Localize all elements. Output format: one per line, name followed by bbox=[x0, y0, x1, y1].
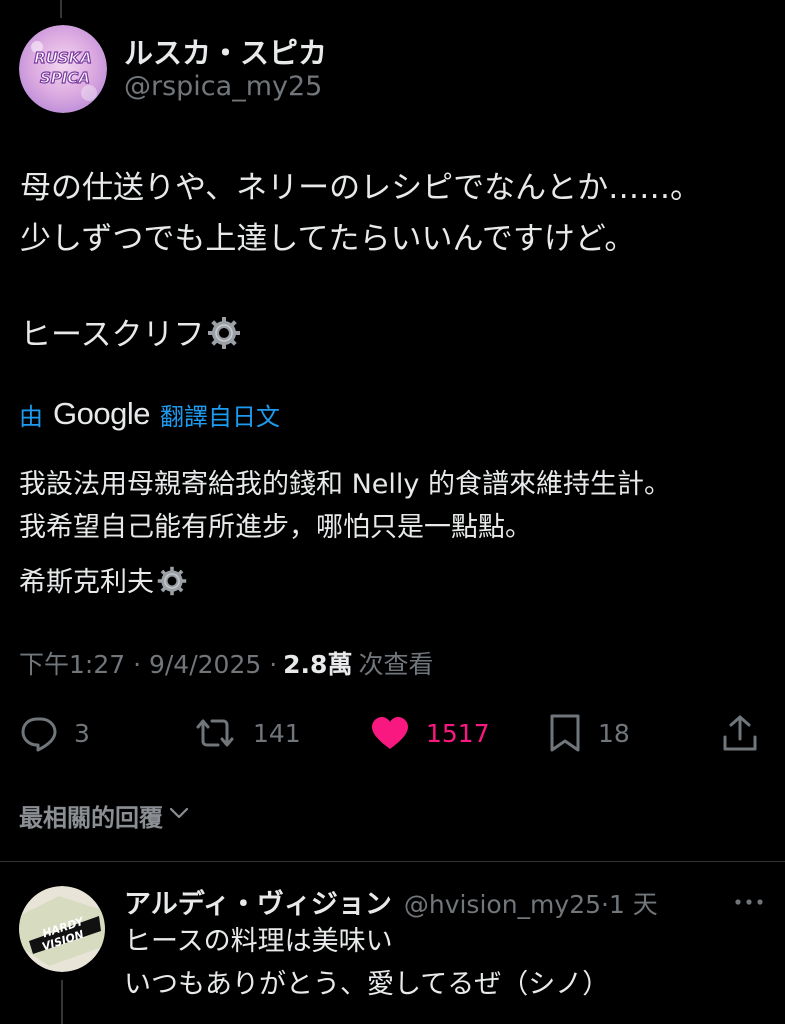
more-dots-icon bbox=[734, 893, 764, 912]
reply-text: ヒースの料理は美味い いつもありがとう、愛してるぜ（シノ） bbox=[124, 920, 609, 1006]
svg-text:RUSKA: RUSKA bbox=[34, 49, 92, 67]
reply-text-line: いつもありがとう、愛してるぜ（シノ） bbox=[124, 969, 610, 1000]
reply-header: アルディ・ヴィジョン @hvision_my25·1 天 bbox=[124, 882, 658, 921]
gear-emoji-icon bbox=[206, 315, 242, 351]
bookmark-count: 18 bbox=[598, 718, 630, 748]
chevron-down-icon bbox=[163, 801, 191, 831]
translated-signature: 希斯克利夫 bbox=[19, 561, 779, 604]
retweet-count: 141 bbox=[253, 718, 301, 748]
retweet-icon bbox=[193, 714, 237, 752]
action-bar: 3 141 1517 18 bbox=[0, 708, 785, 758]
translated-text-line: 我設法用母親寄給我的錢和 Nelly 的食譜來維持生計。 bbox=[19, 469, 671, 500]
divider bbox=[0, 861, 785, 862]
reply-icon bbox=[20, 714, 58, 752]
bookmark-icon bbox=[548, 713, 582, 753]
reply-author-avatar[interactable]: HARDY VISION bbox=[19, 886, 105, 972]
signature-text: ヒースクリフ bbox=[20, 317, 205, 353]
tweet-text-line: 少しずつでも上達してたらいいんですけど。 bbox=[20, 221, 636, 257]
retweet-button[interactable]: 141 bbox=[193, 708, 301, 758]
translated-text: 我設法用母親寄給我的錢和 Nelly 的食譜來維持生計。 我希望自己能有所進步，… bbox=[19, 463, 779, 604]
reply-author-meta[interactable]: @hvision_my25·1 天 bbox=[404, 885, 658, 921]
like-button[interactable]: 1517 bbox=[370, 708, 490, 758]
reply-author-name[interactable]: アルディ・ヴィジョン bbox=[124, 882, 392, 921]
gear-emoji-icon bbox=[156, 565, 188, 597]
timestamp[interactable]: 下午1:27 · 9/4/2025 · bbox=[19, 645, 277, 681]
share-button[interactable] bbox=[720, 708, 760, 758]
views-count[interactable]: 2.8萬 bbox=[283, 645, 352, 681]
reply-count: 3 bbox=[74, 718, 90, 748]
translation-source-label[interactable]: 翻譯自日文 bbox=[160, 397, 280, 432]
svg-text:SPICA: SPICA bbox=[40, 69, 90, 87]
translation-prefix: 由 bbox=[19, 402, 43, 431]
author-avatar[interactable]: RUSKA SPICA bbox=[19, 25, 107, 113]
tweet-text: 母の仕送りや、ネリーのレシピでなんとか……。 少しずつでも上達してたらいいんです… bbox=[20, 163, 770, 361]
bookmark-button[interactable]: 18 bbox=[548, 708, 630, 758]
translation-attribution[interactable]: 由 Google 翻譯自日文 bbox=[19, 396, 280, 432]
google-logo: Google bbox=[53, 396, 150, 431]
author-name[interactable]: ルスカ・スピカ bbox=[124, 30, 327, 72]
author-handle[interactable]: @rspica_my25 bbox=[124, 71, 322, 102]
reply-thread-connector bbox=[61, 980, 63, 1024]
like-count: 1517 bbox=[426, 718, 490, 748]
thread-connector-top bbox=[60, 0, 62, 18]
more-options-button[interactable] bbox=[734, 893, 764, 912]
reply-text-line: ヒースの料理は美味い bbox=[124, 926, 393, 957]
sort-label: 最相關的回覆 bbox=[19, 804, 163, 832]
tweet-text-line: 母の仕送りや、ネリーのレシピでなんとか……。 bbox=[20, 170, 702, 206]
reply-button[interactable]: 3 bbox=[20, 708, 90, 758]
reply-sort-dropdown[interactable]: 最相關的回覆 bbox=[19, 798, 191, 833]
heart-filled-icon bbox=[370, 715, 410, 751]
tweet-signature: ヒースクリフ bbox=[20, 310, 770, 361]
share-icon bbox=[720, 713, 760, 753]
views-label: 次查看 bbox=[358, 650, 434, 679]
translated-signature-text: 希斯克利夫 bbox=[19, 567, 154, 598]
tweet-meta: 下午1:27 · 9/4/2025 · 2.8萬 次查看 bbox=[19, 645, 433, 681]
translated-text-line: 我希望自己能有所進步，哪怕只是一點點。 bbox=[19, 512, 532, 543]
